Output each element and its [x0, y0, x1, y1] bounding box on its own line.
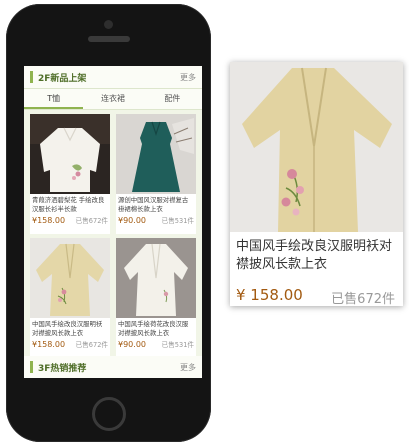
section-title: 2F新品上架: [38, 73, 87, 84]
product-image: [30, 114, 110, 194]
home-button[interactable]: [92, 397, 126, 431]
product-price: ¥158.00: [32, 340, 66, 349]
tab-tshirt[interactable]: T恤: [24, 89, 84, 109]
zoomed-product-sold: 已售672件: [331, 292, 395, 307]
product-price: ¥90.00: [118, 340, 146, 349]
product-price: ¥90.00: [118, 216, 146, 225]
product-grid: 青葭济洒碧梨花 手绘改良汉服长衫半长款 ¥158.00 已售672件 源创中国风…: [24, 110, 202, 362]
section-accent-bar: [30, 71, 33, 83]
speaker: [88, 36, 130, 42]
product-price: ¥158.00: [32, 216, 66, 225]
more-link[interactable]: 更多: [180, 72, 196, 83]
phone-screen: 2F新品上架 更多 T恤 连衣裙 配件 青葭济洒碧梨花 手绘改良汉服长衫半长款 …: [24, 66, 202, 378]
product-name: 源创中国风汉服对襟复古褂裙棉长款上衣: [118, 196, 189, 213]
product-card[interactable]: 中国风手绘荷花改良汉服对襟披风长款上衣 ¥90.00 已售531件: [116, 238, 196, 358]
product-card[interactable]: 源创中国风汉服对襟复古褂裙棉长款上衣 ¥90.00 已售531件: [116, 114, 196, 234]
camera: [104, 20, 113, 29]
section-title: 3F热销推荐: [38, 363, 87, 374]
product-sold: 已售531件: [161, 217, 194, 225]
product-sold: 已售531件: [161, 341, 194, 349]
section-header-hot-sales: 3F热销推荐 更多: [24, 356, 202, 378]
tab-accessories[interactable]: 配件: [143, 89, 202, 109]
zoomed-product-card[interactable]: 中国风手绘改良汉服明袄对襟披风长款上衣 ¥ 158.00 已售672件: [230, 62, 403, 307]
product-image: [30, 238, 110, 318]
category-tabs: T恤 连衣裙 配件: [24, 89, 202, 110]
product-image: [116, 114, 196, 194]
product-sold: 已售672件: [75, 217, 108, 225]
product-image: [116, 238, 196, 318]
product-card[interactable]: 中国风手绘改良汉服明袄对襟披风长款上衣 ¥158.00 已售672件: [30, 238, 110, 358]
section-accent-bar: [30, 361, 33, 373]
tab-dress[interactable]: 连衣裙: [83, 89, 142, 109]
zoomed-product-image: [230, 62, 403, 232]
product-sold: 已售672件: [75, 341, 108, 349]
product-name: 青葭济洒碧梨花 手绘改良汉服长衫半长款: [32, 196, 105, 213]
product-name: 中国风手绘荷花改良汉服对襟披风长款上衣: [118, 320, 189, 337]
zoomed-product-name: 中国风手绘改良汉服明袄对襟披风长款上衣: [236, 239, 393, 272]
product-card[interactable]: 青葭济洒碧梨花 手绘改良汉服长衫半长款 ¥158.00 已售672件: [30, 114, 110, 234]
phone-frame: 2F新品上架 更多 T恤 连衣裙 配件 青葭济洒碧梨花 手绘改良汉服长衫半长款 …: [6, 4, 211, 442]
more-link[interactable]: 更多: [180, 362, 196, 373]
section-header-new-arrivals: 2F新品上架 更多: [24, 66, 202, 89]
zoomed-product-price: ¥ 158.00: [236, 286, 303, 304]
product-name: 中国风手绘改良汉服明袄对襟披风长款上衣: [32, 320, 103, 337]
